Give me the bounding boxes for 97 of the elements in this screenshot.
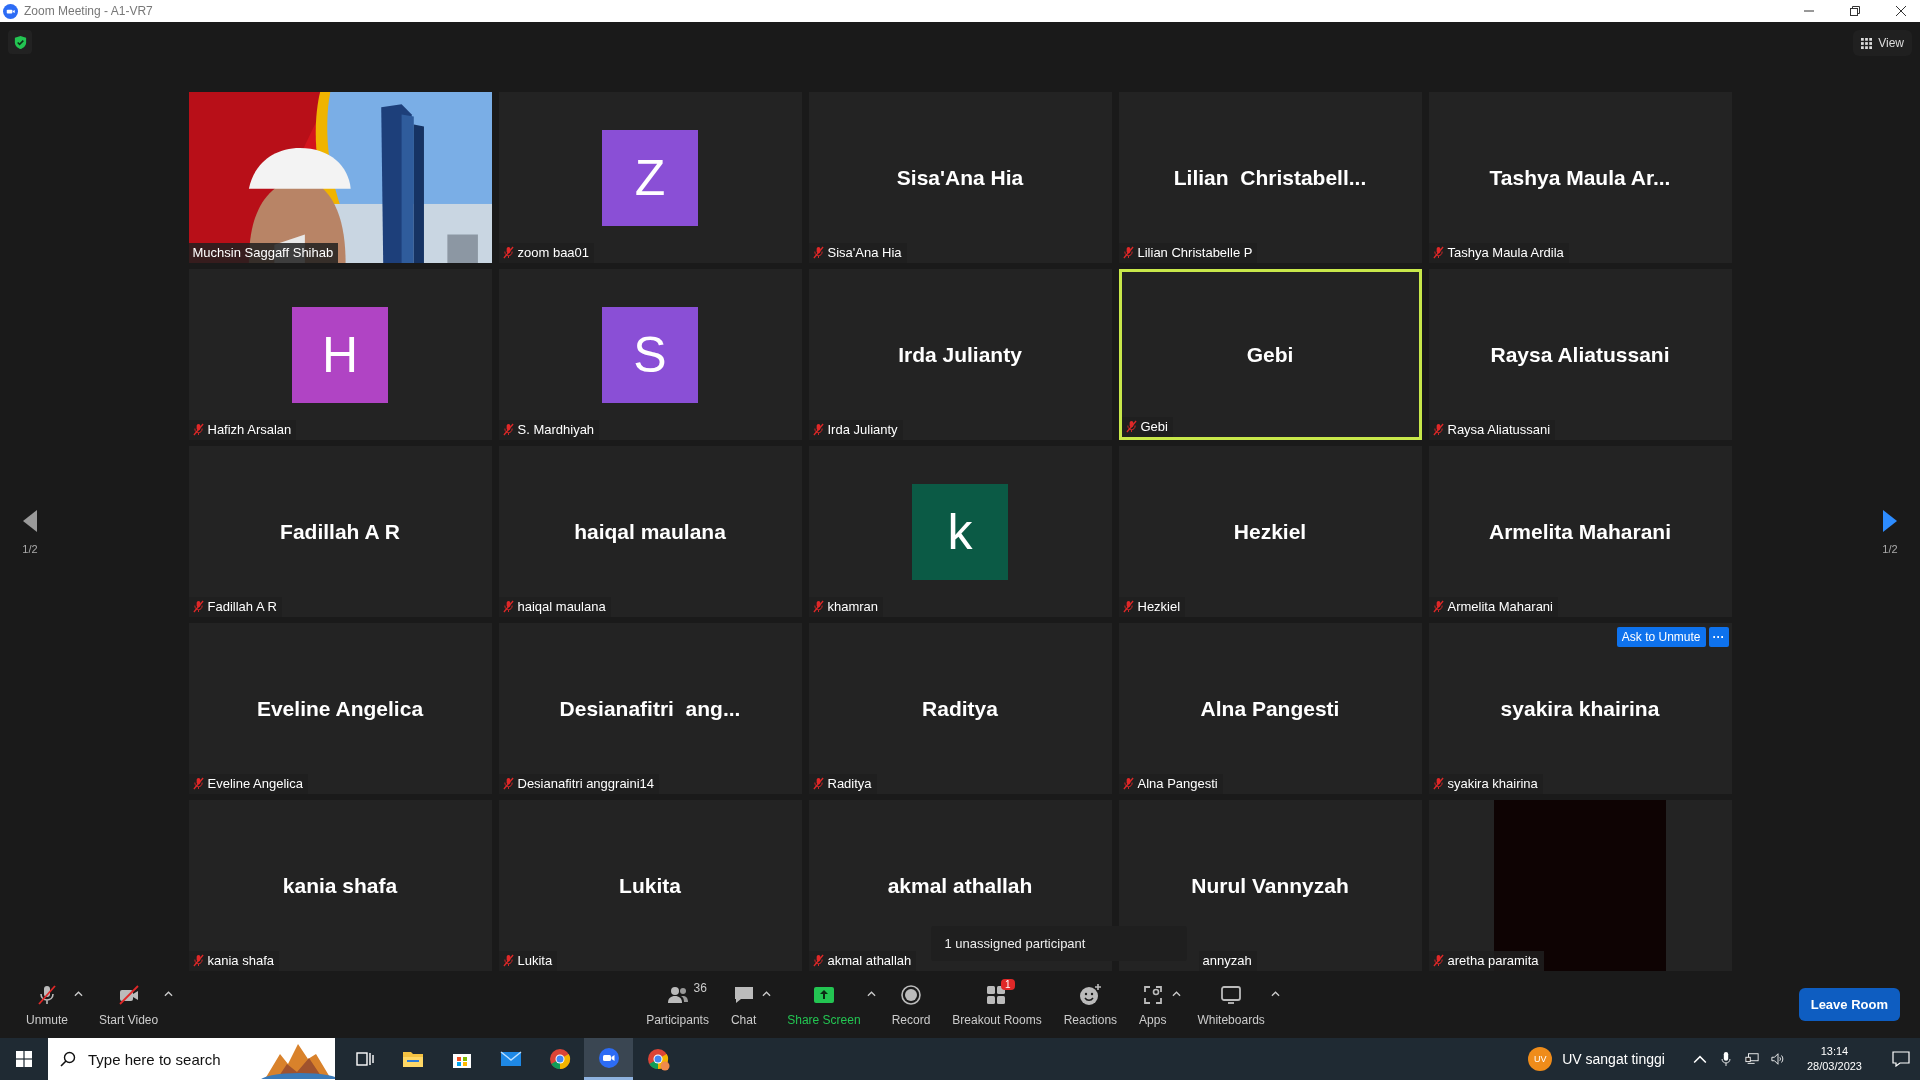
apps-button[interactable]: Apps [1133, 978, 1173, 1031]
share-button[interactable]: Share Screen [781, 978, 867, 1031]
reactions-button[interactable]: Reactions [1057, 978, 1124, 1031]
date-text: 28/03/2023 [1806, 1059, 1862, 1074]
participant-name: Gebi [1246, 342, 1294, 367]
participant-name: Alna Pangesti [1200, 696, 1340, 721]
window-title: Zoom Meeting - A1-VR7 [24, 4, 153, 18]
participant-name: syakira khairina [1500, 696, 1660, 721]
participant-count: 36 [693, 980, 707, 995]
participant-name: Sisa'Ana Hia [896, 165, 1024, 190]
participant-name: Raditya [922, 696, 998, 721]
caret-icon[interactable] [866, 990, 876, 997]
participant-name: Hezkiel [1233, 519, 1307, 544]
restore-icon[interactable] [1850, 6, 1860, 16]
view-button[interactable]: View [1853, 30, 1912, 56]
participant-label: Irda Julianty [827, 422, 898, 437]
participant-label: Hezkiel [1137, 599, 1181, 614]
participant-label: haiqal maulana [517, 599, 606, 614]
avatar-initial: S [602, 306, 698, 403]
zoom-taskbar-icon[interactable] [584, 1038, 633, 1080]
participant-name: kania shafa [282, 873, 398, 898]
clock[interactable]: 13:14 28/03/2023 [1806, 1044, 1862, 1074]
caret-icon[interactable] [1270, 990, 1280, 997]
close-icon[interactable] [1896, 6, 1906, 16]
participant-name: akmal athallah [887, 873, 1033, 898]
participant-name: haiqal maulana [574, 519, 726, 544]
record-button[interactable]: Record [885, 978, 937, 1031]
record-icon [899, 982, 923, 1007]
speaker-icon[interactable] [1770, 1052, 1785, 1066]
breakout-tooltip: 1 unassigned participant [930, 926, 1187, 961]
weather-text: UV sangat tinggi [1562, 1051, 1665, 1067]
grid-icon [1861, 37, 1873, 49]
notification-icon[interactable] [1892, 1051, 1910, 1067]
caret-icon[interactable] [164, 990, 174, 997]
participant-name: Raysa Aliatussani [1490, 342, 1670, 367]
participant-label: annyzah [1202, 953, 1252, 968]
previous-page-icon[interactable] [23, 508, 37, 533]
participant-label: Gebi [1140, 419, 1168, 434]
caret-icon[interactable] [1172, 990, 1182, 997]
security-shield-icon[interactable] [8, 30, 32, 54]
notification-badge: 1 [1001, 978, 1015, 990]
network-icon[interactable] [1744, 1052, 1759, 1066]
participant-label: zoom baa01 [517, 245, 590, 260]
participant-label: Eveline Angelica [207, 776, 303, 791]
participant-name: Lilian Christabell... [1173, 165, 1367, 190]
participant-label: khamran [827, 599, 879, 614]
caret-icon[interactable] [762, 990, 772, 997]
participant-label: kania shafa [207, 953, 274, 968]
page-indicator: 1/2 [1882, 542, 1898, 555]
participant-label: akmal athallah [827, 953, 912, 968]
participant-label: S. Mardhiyah [517, 422, 595, 437]
caret-icon[interactable] [74, 990, 84, 997]
participant-name: Irda Julianty [898, 342, 1022, 367]
microphone-icon[interactable] [1718, 1052, 1733, 1066]
participant-label: Sisa'Ana Hia [827, 245, 902, 260]
chat-button[interactable]: Chat [724, 978, 763, 1031]
next-page-icon[interactable] [1883, 508, 1897, 533]
leave-room-button[interactable]: Leave Room [1798, 988, 1900, 1021]
breakout-button[interactable]: 1 Breakout Rooms [946, 978, 1048, 1031]
ask-to-unmute-button[interactable]: Ask to Unmute [1616, 627, 1706, 647]
whiteboards-button[interactable]: Whiteboards [1191, 978, 1271, 1031]
participant-name: Tashya Maula Ar... [1489, 165, 1671, 190]
search-field[interactable]: Type here to search [48, 1038, 335, 1080]
participant-label: Raditya [827, 776, 872, 791]
participant-label: syakira khairina [1447, 776, 1538, 791]
participant-label: Alna Pangesti [1137, 776, 1218, 791]
avatar-initial: k [912, 483, 1008, 580]
windows-start-icon[interactable] [16, 1051, 32, 1067]
participant-label: Hafizh Arsalan [207, 422, 292, 437]
camera-logo-icon [3, 3, 18, 19]
camera-button[interactable]: Start Video [93, 978, 165, 1031]
participant-label: Lilian Christabelle P [1137, 245, 1253, 260]
participant-label: Desianafitri anggraini14 [517, 776, 655, 791]
participants-button[interactable]: 36 Participants [640, 978, 715, 1031]
participant-label: aretha paramita [1447, 953, 1539, 968]
participant-name: Eveline Angelica [256, 696, 424, 721]
uv-badge: UV [1528, 1047, 1553, 1071]
participant-name: Lukita [619, 873, 681, 898]
more-button[interactable]: ··· [1708, 627, 1729, 647]
participant-name: Nurul Vannyzah [1191, 873, 1349, 898]
participant-label: Lukita [517, 953, 553, 968]
search-icon [60, 1051, 76, 1067]
page-indicator: 1/2 [22, 542, 38, 555]
avatar-initial: Z [602, 129, 698, 226]
smiley-icon [1078, 982, 1103, 1007]
time-text: 13:14 [1820, 1044, 1849, 1059]
participant-name: Desianafitri ang... [559, 696, 741, 721]
participant-label: Tashya Maula Ardila [1447, 245, 1564, 260]
participant-label: Raysa Aliatussani [1447, 422, 1551, 437]
mic-button[interactable]: Unmute [20, 978, 75, 1031]
participant-name: Fadillah A R [280, 519, 400, 544]
participant-name: Armelita Maharani [1488, 519, 1672, 544]
avatar-initial: H [292, 306, 388, 403]
participant-label: Armelita Maharani [1447, 599, 1553, 614]
weather-widget[interactable]: UV UV sangat tinggi [1528, 1047, 1665, 1071]
participant-label: Fadillah A R [207, 599, 277, 614]
participant-label: Muchsin Saggaff Shihab [192, 245, 334, 260]
